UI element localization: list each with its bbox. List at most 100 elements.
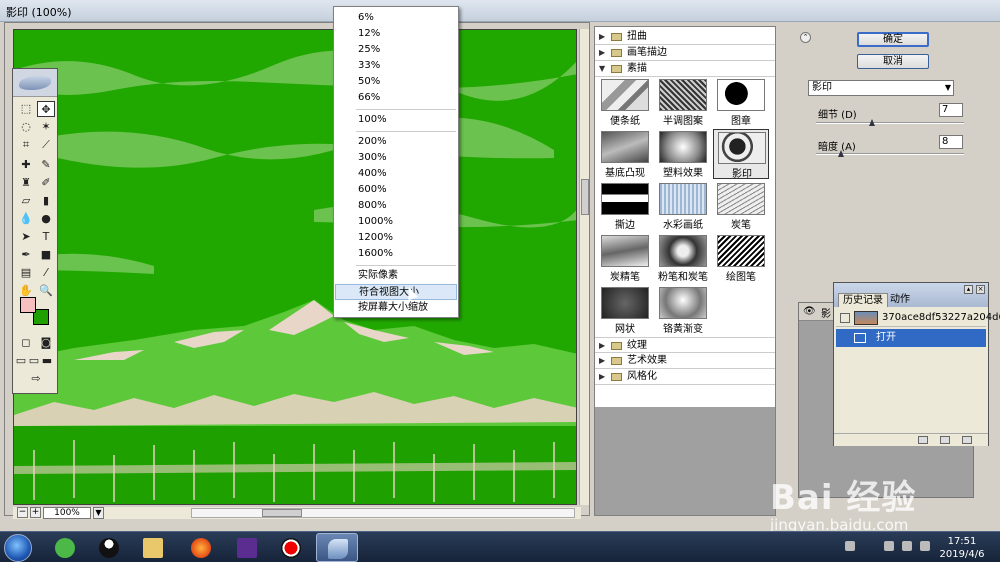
screen-mode-standard-icon[interactable]: ▭ — [15, 353, 27, 369]
path-selection-tool-icon[interactable]: ➤ — [17, 229, 35, 245]
minimize-icon[interactable]: ▴ — [964, 285, 973, 294]
pen-tool-icon[interactable]: ✒ — [17, 247, 35, 263]
trash-icon[interactable] — [962, 436, 972, 444]
magic-wand-tool-icon[interactable]: ✶ — [37, 119, 55, 135]
system-clock[interactable]: 17:51 2019/4/6 — [936, 535, 988, 561]
gradient-tool-icon[interactable]: ▮ — [37, 193, 55, 209]
zoom-option[interactable]: 800% — [335, 198, 457, 214]
canvas-horizontal-scrollbar[interactable] — [191, 508, 575, 518]
filter-thumb-charcoal[interactable]: 炭笔 — [713, 181, 769, 231]
zoom-option[interactable]: 300% — [335, 150, 457, 166]
category-artistic[interactable]: ▶ 艺术效果 — [595, 353, 775, 369]
zoom-option[interactable]: 400% — [335, 166, 457, 182]
marquee-tool-icon[interactable]: ⬚ — [17, 101, 35, 117]
zoom-option[interactable]: 12% — [335, 26, 457, 42]
zoom-tool-icon[interactable]: 🔍 — [37, 283, 55, 299]
tray-network-icon[interactable] — [884, 541, 894, 551]
taskbar-app-recorder[interactable] — [270, 533, 312, 562]
zoom-option[interactable]: 50% — [335, 74, 457, 90]
detail-slider-knob[interactable] — [869, 119, 876, 126]
filter-thumb-chalk-charcoal[interactable]: 粉笔和炭笔 — [655, 233, 711, 283]
new-snapshot-icon[interactable] — [940, 436, 950, 444]
cancel-button[interactable]: 取消 — [857, 54, 929, 69]
clone-stamp-tool-icon[interactable]: ♜ — [17, 175, 35, 191]
category-texture[interactable]: ▶ 纹理 — [595, 337, 775, 353]
fit-on-screen-option[interactable]: 按屏幕大小缩放 — [335, 300, 457, 316]
collapse-gallery-icon[interactable]: ⌃ — [800, 32, 811, 43]
tray-flag-icon[interactable] — [920, 541, 930, 551]
slice-tool-icon[interactable]: ⟋ — [37, 137, 55, 153]
eye-icon[interactable]: 👁 — [803, 306, 816, 317]
filter-thumb-stamp[interactable]: 图章 — [713, 77, 769, 127]
zoom-option[interactable]: 66% — [335, 90, 457, 106]
zoom-option[interactable]: 1000% — [335, 214, 457, 230]
zoom-option[interactable]: 25% — [335, 42, 457, 58]
detail-value-input[interactable]: 7 — [939, 103, 963, 117]
dodge-tool-icon[interactable]: ● — [37, 211, 55, 227]
filter-thumb-photocopy[interactable]: 影印 — [713, 129, 769, 180]
zoom-option[interactable]: 6% — [335, 10, 457, 26]
shape-tool-icon[interactable]: ■ — [37, 247, 55, 263]
history-step-open[interactable]: 打开 — [836, 329, 986, 347]
zoom-option[interactable]: 600% — [335, 182, 457, 198]
jump-to-imageready-icon[interactable]: ⇨ — [23, 371, 49, 387]
zoom-option[interactable]: 33% — [335, 58, 457, 74]
filter-thumb-plastic-wrap[interactable]: 塑料效果 — [655, 129, 711, 179]
category-distort[interactable]: ▶ 扭曲 — [595, 29, 775, 45]
eyedropper-tool-icon[interactable]: ⁄ — [37, 265, 55, 281]
ok-button[interactable]: 确定 — [857, 32, 929, 47]
screen-mode-menu-icon[interactable]: ▭ — [28, 353, 40, 369]
new-document-icon[interactable] — [918, 436, 928, 444]
vertical-scroll-thumb[interactable] — [581, 179, 589, 215]
standard-mode-icon[interactable]: ◻ — [17, 335, 35, 351]
tray-keyboard-icon[interactable] — [845, 541, 855, 551]
detail-slider[interactable] — [816, 119, 964, 126]
zoom-option[interactable]: 1200% — [335, 230, 457, 246]
darkness-slider-knob[interactable] — [838, 150, 845, 157]
snapshot-brush-icon[interactable] — [840, 313, 850, 323]
crop-tool-icon[interactable]: ⌗ — [17, 137, 35, 153]
notes-tool-icon[interactable]: ▤ — [17, 265, 35, 281]
history-snapshot-row[interactable]: 370ace8df53227a204d6... — [836, 309, 1000, 327]
brush-tool-icon[interactable]: ✎ — [37, 157, 55, 173]
taskbar-app-explorer[interactable] — [132, 533, 174, 562]
tray-volume-icon[interactable] — [902, 541, 912, 551]
foreground-color-swatch[interactable] — [20, 297, 36, 313]
zoom-dropdown-button[interactable]: ▼ — [93, 507, 104, 519]
lasso-tool-icon[interactable]: ◌ — [17, 119, 35, 135]
zoom-out-button[interactable]: − — [17, 507, 28, 518]
horizontal-scroll-thumb[interactable] — [262, 509, 302, 517]
zoom-option[interactable]: 200% — [335, 134, 457, 150]
eraser-tool-icon[interactable]: ▱ — [17, 193, 35, 209]
filter-thumb-torn-edges[interactable]: 撕边 — [597, 181, 653, 231]
preview-canvas[interactable] — [13, 29, 577, 505]
filter-thumb-reticulation[interactable]: 网状 — [597, 285, 653, 335]
filter-thumb-note-paper[interactable]: 便条纸 — [597, 77, 653, 127]
filter-thumb-conte-crayon[interactable]: 炭精笔 — [597, 233, 653, 283]
filter-thumb-chrome[interactable]: 铬黄渐变 — [655, 285, 711, 335]
taskbar-app-photoshop[interactable] — [316, 533, 358, 562]
zoom-in-button[interactable]: + — [30, 507, 41, 518]
taskbar-app-firefox[interactable] — [180, 533, 222, 562]
fit-in-view-option[interactable]: 符合视图大小 — [335, 284, 457, 300]
healing-brush-tool-icon[interactable]: ✚ — [17, 157, 35, 173]
filter-select[interactable]: 影印 ▼ — [808, 80, 954, 96]
move-tool-icon[interactable]: ✥ — [37, 101, 55, 117]
quick-mask-mode-icon[interactable]: ◙ — [37, 335, 55, 351]
taskbar-app-qq[interactable] — [88, 533, 130, 562]
taskbar-app-360[interactable] — [44, 533, 86, 562]
category-brush-strokes[interactable]: ▶ 画笔描边 — [595, 45, 775, 61]
filter-thumb-graphic-pen[interactable]: 绘图笔 — [713, 233, 769, 283]
type-tool-icon[interactable]: T — [37, 229, 55, 245]
screen-mode-full-icon[interactable]: ▬ — [41, 353, 53, 369]
close-icon[interactable]: × — [976, 285, 985, 294]
actual-pixels-option[interactable]: 实际像素 — [335, 268, 457, 284]
blur-tool-icon[interactable]: 💧 — [17, 211, 35, 227]
category-sketch[interactable]: ▼ 素描 — [595, 61, 775, 77]
category-stylize[interactable]: ▶ 风格化 — [595, 369, 775, 385]
filter-thumb-water-paper[interactable]: 水彩画纸 — [655, 181, 711, 231]
history-brush-tool-icon[interactable]: ✐ — [37, 175, 55, 191]
taskbar-app-video[interactable] — [226, 533, 268, 562]
filter-thumb-bas-relief[interactable]: 基底凸现 — [597, 129, 653, 179]
darkness-slider[interactable] — [816, 150, 964, 157]
